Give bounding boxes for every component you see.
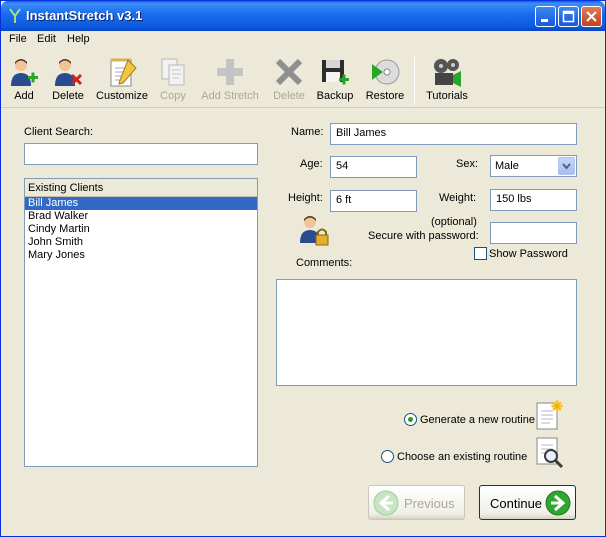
menu-bar: File Edit Help — [1, 31, 605, 49]
film-reel-icon — [434, 59, 461, 87]
copy-label: Copy — [160, 90, 186, 102]
delete-user-icon — [55, 59, 83, 86]
backup-button[interactable]: Backup — [315, 54, 355, 106]
generate-routine-radio[interactable] — [404, 413, 417, 426]
name-input[interactable]: Bill James — [330, 123, 577, 145]
sex-select[interactable]: Male — [490, 155, 577, 177]
restore-label: Restore — [365, 90, 405, 102]
delete-client-button[interactable]: Delete — [47, 54, 89, 106]
show-password-checkbox[interactable] — [474, 247, 487, 260]
list-item[interactable]: Bill James — [25, 197, 257, 210]
floppy-disk-icon — [322, 60, 349, 85]
previous-label: Previous — [404, 496, 455, 511]
menu-edit[interactable]: Edit — [37, 33, 56, 45]
comments-label: Comments: — [296, 257, 353, 269]
comments-textarea[interactable] — [276, 279, 577, 386]
age-input[interactable]: 54 — [330, 156, 417, 178]
name-label: Name: — [291, 126, 324, 138]
weight-input[interactable]: 150 lbs — [490, 189, 577, 211]
delete-x-icon — [275, 58, 303, 86]
delete-stretch-button[interactable]: Delete — [269, 54, 309, 106]
list-item[interactable]: Brad Walker — [25, 210, 257, 223]
minimize-icon — [541, 19, 548, 22]
choose-routine-radio[interactable] — [381, 450, 394, 463]
height-label: Height: — [288, 192, 323, 204]
maximize-icon — [562, 10, 575, 23]
tutorials-button[interactable]: Tutorials — [423, 54, 471, 106]
sex-label: Sex: — [456, 158, 479, 170]
previous-button[interactable]: Previous — [368, 485, 465, 520]
radio-selected-dot — [408, 417, 413, 422]
customize-button[interactable]: Customize — [95, 54, 149, 106]
add-client-button[interactable]: Add — [5, 54, 43, 106]
backup-label: Backup — [316, 90, 354, 102]
client-search-label: Client Search: — [24, 126, 94, 138]
client-search-input[interactable] — [24, 143, 258, 165]
restore-button[interactable]: Restore — [363, 54, 407, 106]
password-input[interactable] — [490, 222, 577, 244]
continue-button[interactable]: Continue — [479, 485, 576, 520]
dropdown-arrow[interactable] — [558, 157, 575, 175]
minimize-button[interactable] — [535, 6, 556, 27]
delete-client-label: Delete — [52, 90, 84, 102]
new-document-icon — [536, 400, 563, 430]
add-stretch-label: Add Stretch — [201, 90, 259, 102]
existing-clients-list[interactable]: Existing Clients Bill James Brad Walker … — [24, 178, 258, 467]
maximize-button[interactable] — [558, 6, 579, 27]
height-input[interactable]: 6 ft — [330, 190, 417, 212]
choose-routine-label: Choose an existing routine — [397, 451, 528, 463]
app-window: InstantStretch v3.1 File Edit Help Add D… — [0, 0, 606, 537]
toolbar: Add Delete Customize Copy Add Stretch De… — [1, 50, 605, 108]
plus-icon — [217, 59, 243, 85]
tutorials-label: Tutorials — [426, 90, 468, 102]
weight-label: Weight: — [439, 192, 477, 204]
list-item[interactable]: Cindy Martin — [25, 223, 257, 236]
close-icon — [586, 11, 597, 22]
add-user-icon — [11, 59, 38, 86]
add-client-label: Add — [14, 90, 34, 102]
list-item[interactable]: Mary Jones — [25, 249, 257, 262]
search-document-icon — [536, 437, 564, 469]
sex-select-value: Male — [495, 160, 519, 172]
show-password-label: Show Password — [489, 248, 568, 260]
restore-disc-icon — [372, 59, 400, 85]
title-bar[interactable]: InstantStretch v3.1 — [1, 1, 605, 31]
menu-help[interactable]: Help — [67, 33, 90, 45]
password-label: Secure with password: — [368, 230, 479, 242]
list-item[interactable]: John Smith — [25, 236, 257, 249]
chevron-down-icon — [562, 163, 571, 170]
menu-file[interactable]: File — [9, 33, 27, 45]
delete-stretch-label: Delete — [273, 90, 305, 102]
age-label: Age: — [300, 158, 323, 170]
user-lock-icon — [300, 216, 329, 246]
add-stretch-button[interactable]: Add Stretch — [199, 54, 261, 106]
app-logo-icon — [9, 8, 21, 23]
continue-label: Continue — [490, 496, 543, 511]
toolbar-separator — [414, 55, 415, 105]
copy-button[interactable]: Copy — [156, 54, 190, 106]
list-header: Existing Clients — [25, 179, 257, 197]
customize-icon — [110, 58, 137, 87]
optional-label: (optional) — [431, 216, 477, 228]
arrow-right-icon — [545, 490, 571, 516]
copy-icon — [161, 58, 185, 86]
arrow-left-icon — [373, 490, 399, 516]
window-title: InstantStretch v3.1 — [26, 8, 143, 23]
close-button[interactable] — [581, 6, 602, 27]
customize-label: Customize — [96, 90, 148, 102]
generate-routine-label: Generate a new routine — [420, 414, 535, 426]
